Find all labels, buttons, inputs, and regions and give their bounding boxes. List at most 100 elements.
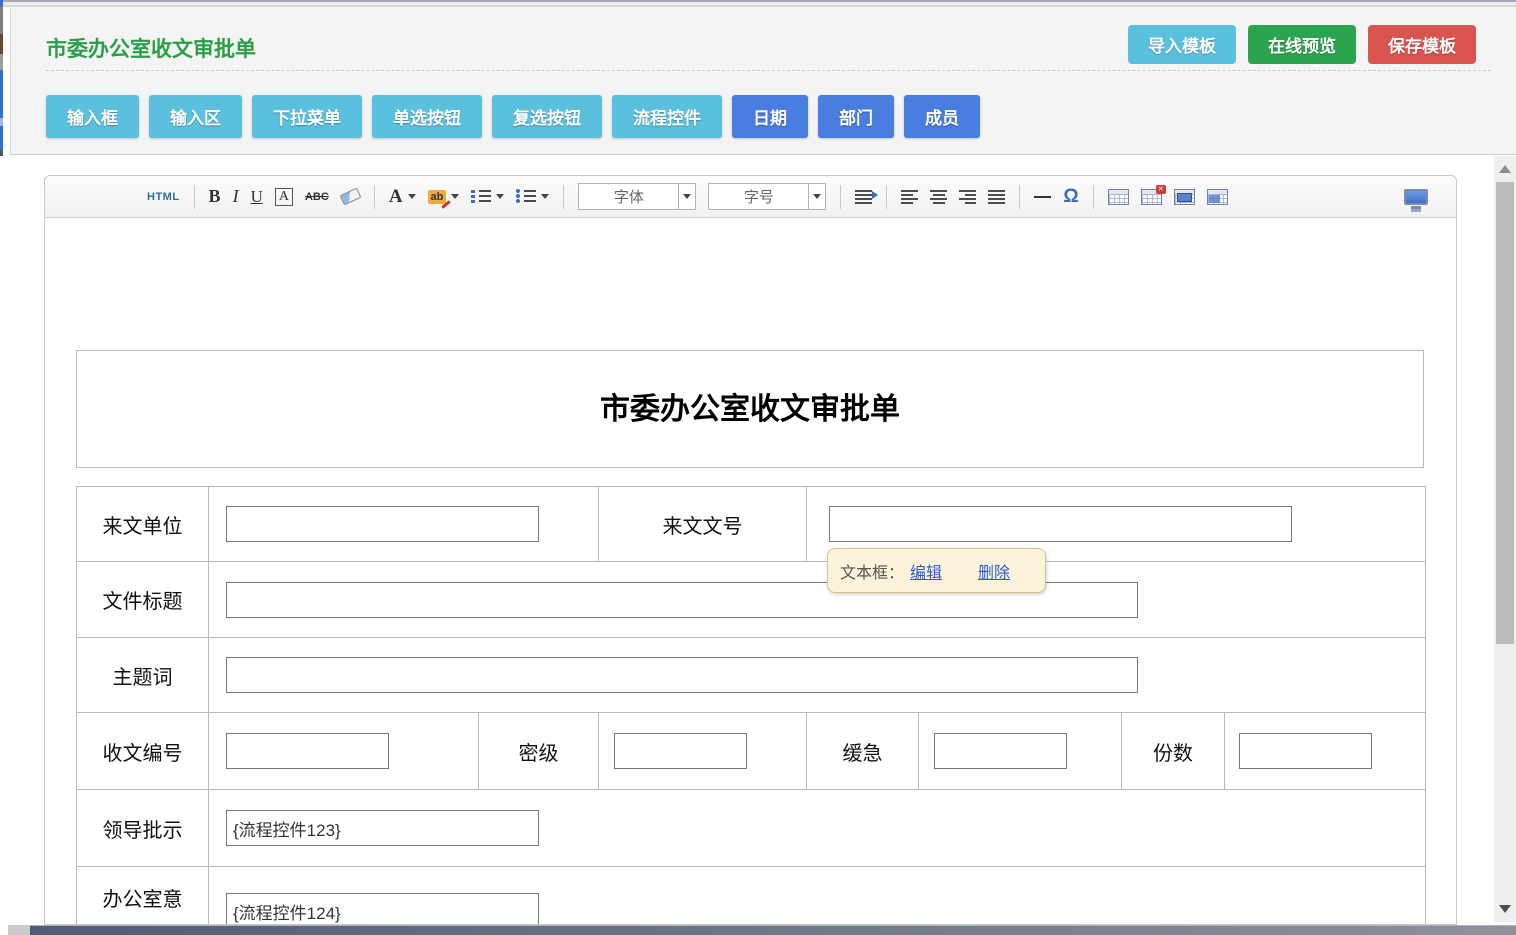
cell-receipt-number [209, 713, 479, 790]
align-center-button[interactable] [930, 190, 947, 204]
table-properties-button[interactable] [1174, 189, 1195, 205]
label-subject: 主题词 [77, 638, 209, 713]
horizontal-rule-button[interactable] [1034, 196, 1051, 198]
delete-table-button[interactable]: ✕ [1141, 189, 1162, 205]
horizontal-rule-icon [1034, 196, 1051, 198]
page: 市委办公室收文审批单 导入模板 在线预览 保存模板 输入框 输入区 下拉菜单 单… [0, 0, 1516, 935]
document-title: 市委办公室收文审批单 [76, 350, 1424, 468]
eraser-icon [339, 188, 361, 206]
font-color-button[interactable]: A [389, 186, 416, 208]
save-template-button[interactable]: 保存模板 [1368, 25, 1476, 64]
scrollbar-thumb[interactable] [1496, 182, 1514, 644]
scrollbar-up-arrow[interactable] [1499, 165, 1511, 173]
editor-content[interactable]: 市委办公室收文审批单 来文单位 来文文号 文件标题 主题词 [45, 350, 1456, 925]
align-right-icon [959, 190, 976, 204]
bottom-edge-segment [0, 925, 8, 935]
toolbar-separator [1093, 185, 1094, 209]
page-title: 市委办公室收文审批单 [46, 33, 256, 63]
office-note-input[interactable] [226, 893, 539, 925]
font-size-caret[interactable] [808, 184, 825, 209]
online-preview-button[interactable]: 在线预览 [1248, 25, 1356, 64]
highlight-icon: ab [428, 190, 447, 204]
copies-input[interactable] [1239, 733, 1372, 769]
chevron-down-icon [451, 194, 459, 199]
label-leader-note: 领导批示 [77, 790, 209, 867]
leader-note-input[interactable] [226, 810, 539, 846]
widget-input-box-button[interactable]: 输入框 [46, 95, 139, 138]
cell-leader-note [209, 790, 1426, 867]
cell-office-note [209, 867, 1426, 926]
label-urgency: 缓急 [807, 713, 919, 790]
editor-toolbar: HTML B I U A ABC A ab [45, 176, 1456, 218]
special-char-button[interactable]: Ω [1063, 186, 1078, 208]
tooltip-label: 文本框： [840, 559, 904, 583]
widget-checkbox-button[interactable]: 复选按钮 [492, 95, 602, 138]
table-row: 主题词 [77, 638, 1426, 713]
font-size-select[interactable]: 字号 [708, 183, 826, 210]
indent-button[interactable] [855, 190, 872, 204]
import-template-button[interactable]: 导入模板 [1128, 25, 1236, 64]
chevron-down-icon [813, 194, 821, 199]
widget-dropdown-button[interactable]: 下拉菜单 [252, 95, 362, 138]
tooltip-edit-link[interactable]: 编辑 [910, 559, 942, 583]
header-actions: 导入模板 在线预览 保存模板 [1128, 25, 1476, 64]
align-center-icon [930, 190, 947, 204]
align-right-button[interactable] [959, 190, 976, 204]
delete-table-icon: ✕ [1141, 189, 1162, 205]
italic-button[interactable]: I [233, 186, 239, 207]
doc-number-input[interactable] [829, 506, 1292, 542]
underline-button[interactable]: U [251, 187, 263, 207]
align-justify-button[interactable] [988, 190, 1005, 204]
insert-table-icon [1108, 189, 1129, 205]
eraser-button[interactable] [341, 191, 360, 202]
font-family-caret[interactable] [678, 184, 695, 209]
chevron-down-icon [683, 194, 691, 199]
widget-date-button[interactable]: 日期 [732, 95, 808, 138]
urgency-input[interactable] [934, 733, 1067, 769]
label-doc-title: 文件标题 [77, 562, 209, 638]
monitor-icon [1404, 189, 1428, 205]
scrollbar-track[interactable] [1494, 156, 1516, 922]
subject-input[interactable] [226, 657, 1138, 693]
unordered-list-button[interactable] [516, 189, 549, 204]
cell-properties-button[interactable] [1207, 189, 1228, 205]
highlight-button[interactable]: ab [428, 190, 460, 204]
tooltip-delete-link[interactable]: 删除 [978, 559, 1010, 583]
from-unit-input[interactable] [226, 506, 539, 542]
widget-textarea-button[interactable]: 输入区 [149, 95, 242, 138]
chevron-down-icon [541, 194, 549, 199]
insert-table-button[interactable] [1108, 189, 1129, 205]
editor-panel: HTML B I U A ABC A ab [44, 175, 1457, 925]
ordered-list-button[interactable] [471, 189, 504, 204]
window-bottom-edge [0, 925, 1516, 935]
indent-arrow-icon [872, 191, 878, 199]
header-divider [46, 70, 1491, 71]
font-family-select[interactable]: 字体 [578, 183, 696, 210]
bold-button[interactable]: B [209, 186, 221, 207]
chevron-down-icon [496, 194, 504, 199]
strikethrough-button[interactable]: ABC [305, 191, 329, 203]
header: 市委办公室收文审批单 导入模板 在线预览 保存模板 输入框 输入区 下拉菜单 单… [10, 7, 1516, 155]
bottom-edge-segment [8, 925, 30, 935]
table-row: 办公室意 [77, 867, 1426, 926]
widget-member-button[interactable]: 成员 [904, 95, 980, 138]
widget-flow-control-button[interactable]: 流程控件 [612, 95, 722, 138]
scrollbar-down-arrow[interactable] [1499, 905, 1511, 913]
widget-radio-button[interactable]: 单选按钮 [372, 95, 482, 138]
widget-department-button[interactable]: 部门 [818, 95, 894, 138]
cell-copies [1225, 713, 1426, 790]
font-family-label: 字体 [579, 186, 678, 207]
font-frame-button[interactable]: A [275, 188, 293, 206]
cell-security [599, 713, 807, 790]
html-source-button[interactable]: HTML [147, 191, 180, 203]
table-row: 文件标题 [77, 562, 1426, 638]
align-left-icon [901, 190, 918, 204]
label-security: 密级 [479, 713, 599, 790]
table-row: 收文编号 密级 缓急 份数 [77, 713, 1426, 790]
textbox-hover-tooltip: 文本框： 编辑 删除 [827, 548, 1046, 593]
preview-button[interactable] [1404, 189, 1436, 205]
toolbar-separator [840, 185, 841, 209]
security-input[interactable] [614, 733, 747, 769]
receipt-number-input[interactable] [226, 733, 389, 769]
align-left-button[interactable] [901, 190, 918, 204]
